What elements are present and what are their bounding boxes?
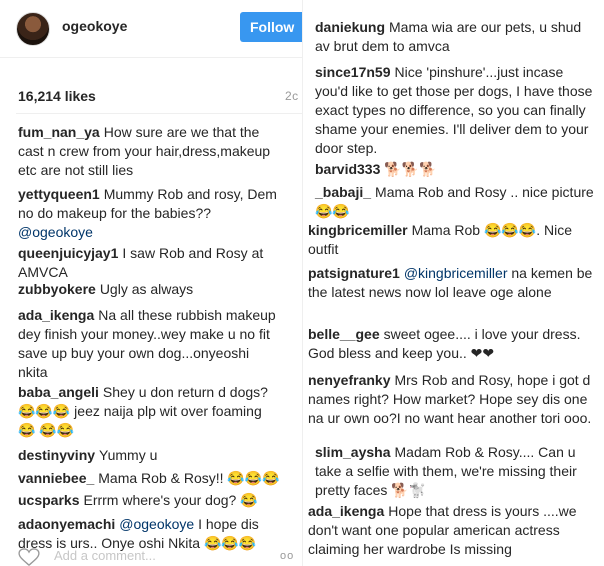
- comment-item: daniekung Mama wia are our pets, u shud a…: [315, 18, 595, 56]
- comment-text: Ugly as always: [99, 281, 194, 297]
- comment-username[interactable]: yettyqueen1: [18, 186, 100, 202]
- comment-username[interactable]: vanniebee_: [18, 470, 94, 486]
- comment-item: vanniebee_ Mama Rob & Rosy!! 😂😂😂: [18, 469, 280, 488]
- comment-username[interactable]: barvid333: [315, 161, 380, 177]
- comment-username[interactable]: adaonyemachi: [18, 516, 115, 532]
- comment-username[interactable]: daniekung: [315, 19, 385, 35]
- comment-username[interactable]: since17n59: [315, 64, 391, 80]
- comment-item: fum_nan_ya How sure are we that the cast …: [18, 123, 280, 180]
- comment-username[interactable]: _babaji_: [315, 184, 371, 200]
- comment-text: Errrm where's your dog? 😂: [83, 492, 258, 508]
- comment-item: nenyefranky Mrs Rob and Rosy, hope i got …: [308, 371, 595, 428]
- comment-username[interactable]: destinyviny: [18, 447, 95, 463]
- post-panel-right: daniekung Mama wia are our pets, u shud a…: [302, 0, 604, 566]
- post-username[interactable]: ogeokoye: [62, 18, 127, 34]
- comment-item: queenjuicyjay1 I saw Rob and Rosy at AMVC…: [18, 244, 280, 282]
- comment-item: ada_ikenga Na all these rubbish makeup de…: [18, 306, 280, 382]
- comment-text: 🐕🐕🐕: [384, 161, 437, 177]
- divider: [16, 113, 302, 114]
- likes-count[interactable]: 16,214 likes: [18, 88, 96, 104]
- comment-item: belle__gee sweet ogee.... i love your dre…: [308, 325, 595, 363]
- comment-item: baba_angeli Shey u don return d dogs? 😂😂😂…: [18, 383, 280, 440]
- comment-item: yettyqueen1 Mummy Rob and rosy, Dem no do…: [18, 185, 280, 242]
- comment-username[interactable]: ucsparks: [18, 492, 79, 508]
- add-comment-input[interactable]: Add a comment...: [54, 548, 156, 563]
- comment-username[interactable]: kingbricemiller: [308, 222, 408, 238]
- comment-item: ada_ikenga Hope that dress is yours ....w…: [308, 502, 595, 559]
- comment-item: kingbricemiller Mama Rob 😂😂😂. Nice outfit: [308, 221, 595, 259]
- comment-username[interactable]: zubbyokere: [18, 281, 96, 297]
- comment-mention[interactable]: @kingbricemiller: [404, 265, 508, 281]
- comment-username[interactable]: patsignature1: [308, 265, 400, 281]
- comment-item: destinyviny Yummy u: [18, 446, 280, 465]
- comment-username[interactable]: baba_angeli: [18, 384, 99, 400]
- comment-mention[interactable]: @ogeokoye: [119, 516, 194, 532]
- comment-username[interactable]: queenjuicyjay1: [18, 245, 118, 261]
- comment-text: Yummy u: [99, 447, 158, 463]
- comment-item: slim_aysha Madam Rob & Rosy.... Can u tak…: [315, 443, 595, 500]
- follow-button[interactable]: Follow: [240, 12, 302, 42]
- comment-username[interactable]: ada_ikenga: [308, 503, 384, 519]
- more-options-icon[interactable]: oo: [280, 550, 294, 562]
- comment-item: patsignature1 @kingbricemiller na kemen b…: [308, 264, 595, 302]
- comment-item: _babaji_ Mama Rob and Rosy .. nice pictur…: [315, 183, 595, 221]
- comment-username[interactable]: ada_ikenga: [18, 307, 94, 323]
- post-time: 2c: [285, 89, 299, 103]
- post-panel-left: ogeokoye Follow 16,214 likes 2c fum_nan_…: [0, 0, 302, 566]
- heart-icon[interactable]: [18, 548, 40, 566]
- comment-username[interactable]: fum_nan_ya: [18, 124, 100, 140]
- avatar[interactable]: [16, 12, 50, 46]
- comment-item: since17n59 Nice 'pinshure'...just incase …: [315, 63, 595, 158]
- comment-username[interactable]: nenyefranky: [308, 372, 390, 388]
- comment-mention[interactable]: @ogeokoye: [18, 224, 93, 240]
- comment-item: barvid333 🐕🐕🐕: [315, 160, 595, 179]
- comment-item: ucsparks Errrm where's your dog? 😂: [18, 491, 280, 510]
- comment-text: Mama Rob & Rosy!! 😂😂😂: [98, 470, 280, 486]
- comment-username[interactable]: slim_aysha: [315, 444, 391, 460]
- comment-item: zubbyokere Ugly as always: [18, 280, 280, 299]
- comment-username[interactable]: belle__gee: [308, 326, 380, 342]
